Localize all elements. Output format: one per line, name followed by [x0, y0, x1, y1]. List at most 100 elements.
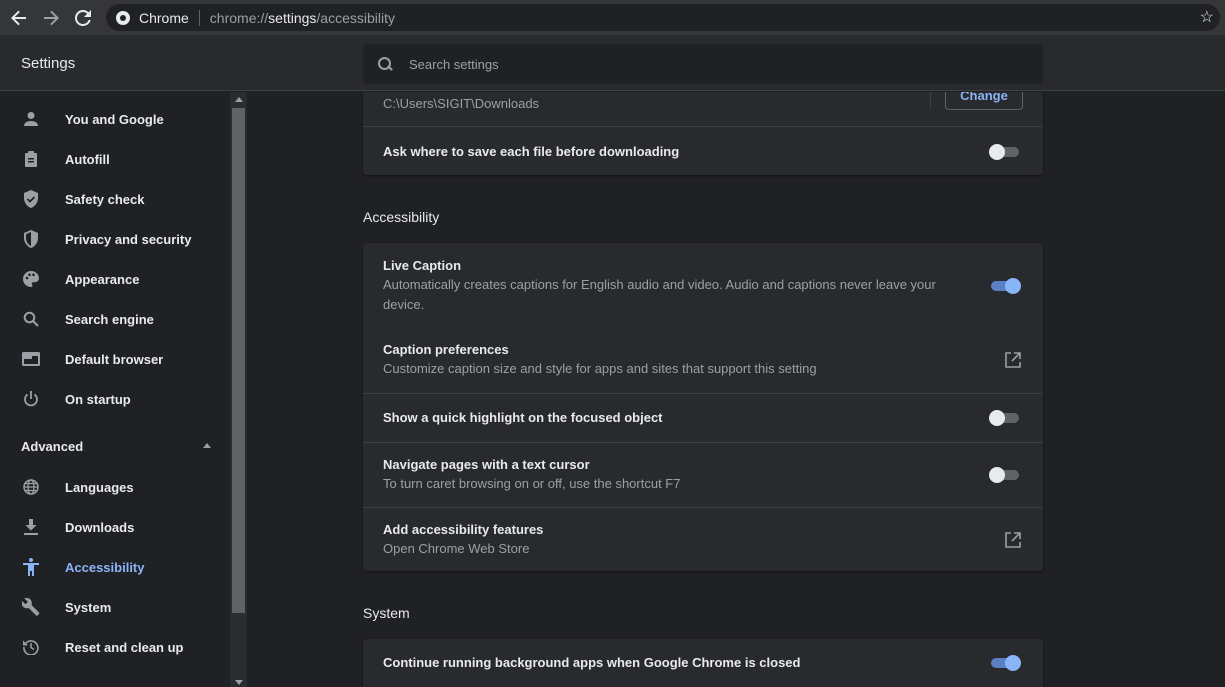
sidebar-item-default-browser[interactable]: Default browser [0, 339, 230, 379]
sidebar-item-label: Privacy and security [65, 231, 192, 247]
caption-preferences-title: Caption preferences [383, 342, 509, 357]
caret-browsing-toggle[interactable] [989, 467, 1021, 483]
shield-icon [21, 229, 41, 249]
add-accessibility-features-row[interactable]: Add accessibility features Open Chrome W… [363, 507, 1043, 571]
person-icon [21, 109, 41, 129]
sidebar-item-label: Appearance [65, 271, 140, 287]
downloads-card: C:\Users\SIGIT\Downloads Change Ask wher… [363, 92, 1043, 175]
download-location-path: C:\Users\SIGIT\Downloads [383, 96, 540, 111]
clipboard-icon [21, 149, 41, 169]
row-divider [930, 92, 931, 110]
download-location-row: C:\Users\SIGIT\Downloads Change [363, 92, 1043, 127]
search-box[interactable] [363, 44, 1043, 84]
browser-window-icon [21, 349, 41, 369]
omnibox-divider [198, 9, 200, 26]
focus-highlight-title: Show a quick highlight on the focused ob… [383, 410, 663, 425]
sidebar-item-label: System [65, 599, 112, 615]
sidebar-item-label: On startup [65, 391, 131, 407]
reload-button[interactable] [67, 2, 99, 34]
open-in-new-icon[interactable] [1005, 532, 1021, 548]
system-card: Continue running background apps when Go… [363, 639, 1043, 687]
chevron-up-icon [203, 443, 211, 448]
main-content: C:\Users\SIGIT\Downloads Change Ask wher… [247, 92, 1225, 687]
scroll-down-arrow-icon[interactable] [235, 680, 243, 685]
change-location-button[interactable]: Change [945, 92, 1023, 110]
sidebar-item-languages[interactable]: Languages [0, 467, 230, 507]
globe-icon [21, 477, 41, 497]
advanced-label: Advanced [21, 439, 84, 454]
open-in-new-icon[interactable] [1005, 352, 1021, 368]
sidebar-item-safety-check[interactable]: Safety check [0, 179, 230, 219]
sidebar-item-label: Default browser [65, 351, 164, 367]
caption-preferences-description: Customize caption size and style for app… [383, 361, 817, 376]
ask-where-row[interactable]: Ask where to save each file before downl… [363, 126, 1043, 175]
add-features-title: Add accessibility features [383, 522, 544, 537]
background-apps-row[interactable]: Continue running background apps when Go… [363, 639, 1043, 687]
background-apps-toggle[interactable] [989, 655, 1021, 671]
sidebar-item-on-startup[interactable]: On startup [0, 379, 230, 419]
page-title: Settings [21, 55, 76, 72]
scrollbar-thumb[interactable] [232, 108, 245, 613]
sidebar-item-label: Languages [65, 479, 134, 495]
chrome-logo-icon [116, 10, 130, 25]
live-caption-row[interactable]: Live Caption Automatically creates capti… [363, 243, 1043, 330]
bookmark-star-icon[interactable]: ☆ [1200, 7, 1214, 27]
focus-highlight-row[interactable]: Show a quick highlight on the focused ob… [363, 393, 1043, 442]
sidebar: You and Google Autofill Safety check Pri… [0, 92, 230, 687]
search-input[interactable] [409, 56, 989, 72]
caret-browsing-description: To turn caret browsing on or off, use th… [383, 476, 681, 491]
site-chip: Chrome [139, 9, 189, 26]
background-apps-title: Continue running background apps when Go… [383, 655, 801, 670]
sidebar-item-label: Accessibility [65, 559, 145, 575]
focus-highlight-toggle[interactable] [989, 410, 1021, 426]
settings-header: Settings [0, 35, 1225, 91]
download-icon [21, 517, 41, 537]
sidebar-item-search-engine[interactable]: Search engine [0, 299, 230, 339]
live-caption-description: Automatically creates captions for Engli… [383, 277, 936, 312]
caret-browsing-title: Navigate pages with a text cursor [383, 457, 590, 472]
add-features-description: Open Chrome Web Store [383, 541, 530, 556]
power-icon [21, 389, 41, 409]
ask-where-label: Ask where to save each file before downl… [383, 144, 680, 159]
sidebar-item-label: You and Google [65, 111, 164, 127]
address-bar[interactable]: Chrome chrome://settings/accessibility ☆ [106, 4, 1220, 31]
sidebar-item-appearance[interactable]: Appearance [0, 259, 230, 299]
sidebar-item-downloads[interactable]: Downloads [0, 507, 230, 547]
back-button[interactable] [3, 2, 35, 34]
sidebar-item-you-and-google[interactable]: You and Google [0, 99, 230, 139]
system-section-title: System [363, 605, 410, 621]
reload-icon [75, 9, 91, 26]
accessibility-card: Live Caption Automatically creates capti… [363, 243, 1043, 571]
caption-preferences-row[interactable]: Caption preferences Customize caption si… [363, 330, 1043, 393]
search-icon [21, 309, 41, 329]
sidebar-scrollbar[interactable] [230, 92, 247, 687]
shield-check-icon [21, 189, 41, 209]
caret-browsing-row[interactable]: Navigate pages with a text cursor To tur… [363, 442, 1043, 507]
accessibility-section-title: Accessibility [363, 209, 440, 225]
sidebar-item-label: Safety check [65, 191, 145, 207]
accessibility-icon [21, 557, 41, 577]
sidebar-item-label: Search engine [65, 311, 154, 327]
forward-button[interactable] [35, 2, 67, 34]
wrench-icon [21, 597, 41, 617]
sidebar-item-system[interactable]: System [0, 587, 230, 627]
ask-where-toggle[interactable] [989, 144, 1021, 160]
scroll-up-arrow-icon[interactable] [235, 97, 243, 102]
sidebar-item-label: Reset and clean up [65, 639, 184, 655]
url-text: chrome://settings/accessibility [209, 9, 395, 26]
palette-icon [21, 269, 41, 289]
back-arrow-icon [11, 10, 26, 25]
sidebar-item-accessibility[interactable]: Accessibility [0, 547, 230, 587]
sidebar-item-reset-and-clean-up[interactable]: Reset and clean up [0, 627, 230, 667]
sidebar-item-autofill[interactable]: Autofill [0, 139, 230, 179]
sidebar-item-privacy-and-security[interactable]: Privacy and security [0, 219, 230, 259]
history-icon [21, 637, 41, 657]
advanced-section-toggle[interactable]: Advanced [21, 439, 211, 454]
search-icon [376, 55, 394, 73]
forward-arrow-icon [44, 10, 59, 25]
sidebar-item-label: Downloads [65, 519, 135, 535]
sidebar-item-label: Autofill [65, 151, 110, 167]
browser-toolbar: Chrome chrome://settings/accessibility ☆ [0, 0, 1225, 35]
live-caption-toggle[interactable] [989, 278, 1021, 294]
live-caption-title: Live Caption [383, 258, 462, 273]
